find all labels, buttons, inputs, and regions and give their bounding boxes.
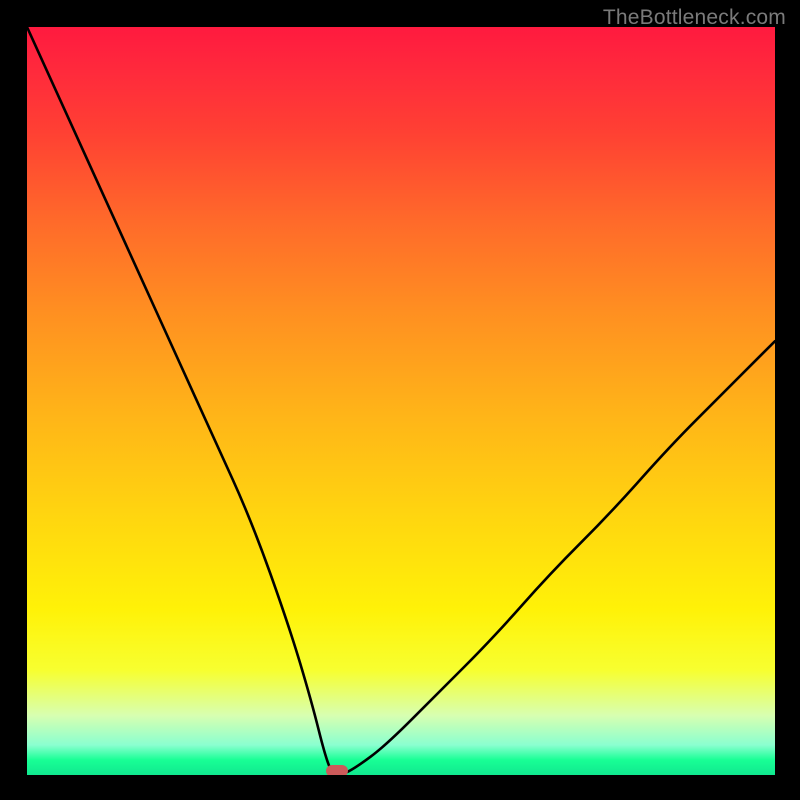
optimum-marker bbox=[326, 765, 348, 775]
curve-layer bbox=[27, 27, 775, 775]
chart-frame: TheBottleneck.com bbox=[0, 0, 800, 800]
plot-area bbox=[27, 27, 775, 775]
watermark-text: TheBottleneck.com bbox=[603, 6, 786, 30]
bottleneck-curve bbox=[27, 27, 775, 775]
